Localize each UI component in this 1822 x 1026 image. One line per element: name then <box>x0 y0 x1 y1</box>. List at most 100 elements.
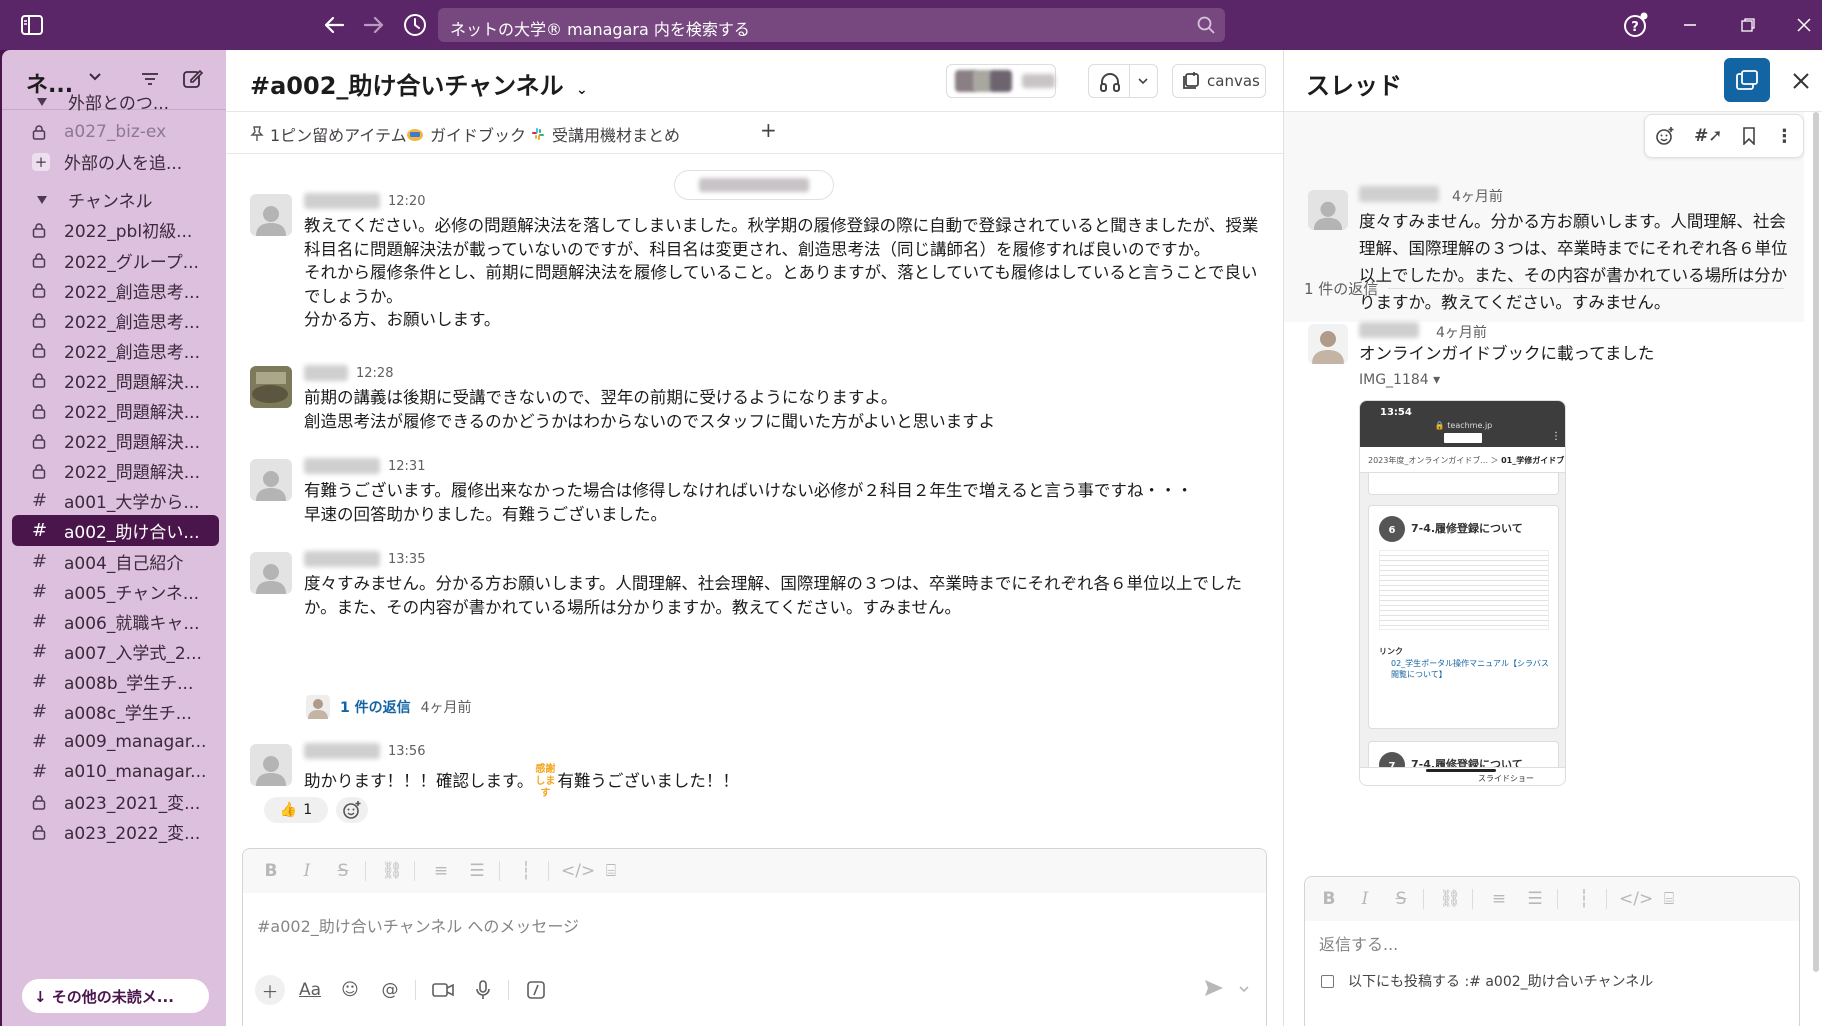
sidebar-item[interactable]: # a010_managar... <box>12 756 219 787</box>
attached-image[interactable]: 13:54 🔒 teachme.jp ⋮ 2023年度_オンラインガイドブ...… <box>1359 400 1566 786</box>
history-clock-icon[interactable] <box>401 11 429 39</box>
sidebar-item[interactable]: # a005_チャンネ... <box>12 576 219 607</box>
bulleted-list-icon[interactable]: ☰ <box>1521 889 1549 909</box>
user-avatar[interactable] <box>250 194 292 236</box>
microphone-icon[interactable] <box>468 975 498 1005</box>
code-icon[interactable]: </> <box>1619 889 1653 909</box>
user-avatar[interactable] <box>1308 190 1348 230</box>
forward-arrow-icon[interactable] <box>360 11 388 39</box>
sidebar-item[interactable]: 2022_pbl初級... <box>12 214 219 245</box>
user-avatar[interactable] <box>250 459 292 501</box>
sidebar-item[interactable]: # a001_大学から... <box>12 485 219 516</box>
video-icon[interactable] <box>428 975 458 1005</box>
blockquote-icon[interactable]: ┆ <box>512 861 540 881</box>
tab-equipment[interactable]: 受講用機材まとめ <box>530 122 680 146</box>
sidebar-toggle-icon[interactable] <box>18 11 46 39</box>
minimize-icon[interactable] <box>1676 11 1704 39</box>
thread-replies-link[interactable]: 1 件の返信 4ヶ月前 <box>306 695 472 719</box>
add-reaction-icon[interactable] <box>1655 126 1675 146</box>
image-filename-toggle[interactable]: IMG_1184 ▾ <box>1359 372 1440 388</box>
canvas-button[interactable]: canvas <box>1172 64 1266 98</box>
sidebar-item[interactable]: a027_biz-ex <box>12 116 219 147</box>
sidebar-section-header[interactable]: チャンネル <box>12 184 219 215</box>
popout-button[interactable] <box>1724 58 1770 102</box>
code-block-icon[interactable]: ⌸ <box>597 861 625 881</box>
also-post-checkbox[interactable] <box>1321 974 1334 988</box>
message-time[interactable]: 13:35 <box>388 552 425 567</box>
reply-input[interactable]: 返信する... <box>1319 931 1398 955</box>
tab-pinned[interactable]: 1ピン留めアイテム <box>250 122 407 146</box>
code-icon[interactable]: </> <box>561 861 595 881</box>
user-name[interactable] <box>1359 322 1419 338</box>
sidebar-item[interactable]: a023_2021_変... <box>12 786 219 817</box>
chevron-down-icon[interactable] <box>1238 985 1250 993</box>
sidebar-item[interactable]: # a009_managar... <box>12 726 219 757</box>
strikethrough-icon[interactable]: S <box>1387 889 1415 909</box>
sidebar-item[interactable]: 2022_グループ... <box>12 245 219 276</box>
more-actions-icon[interactable]: ⋮ <box>1775 126 1793 147</box>
huddle-button[interactable] <box>1088 64 1158 98</box>
mention-icon[interactable]: @ <box>375 975 405 1005</box>
sidebar-item[interactable]: 2022_創造思考... <box>12 275 219 306</box>
sidebar-item[interactable]: 2022_問題解決... <box>12 395 219 426</box>
sidebar-item[interactable]: # a008c_学生チ... <box>12 696 219 727</box>
sidebar-item[interactable]: 2022_問題解決... <box>12 455 219 486</box>
code-block-icon[interactable]: ⌸ <box>1655 889 1683 909</box>
search-input[interactable]: ネットの大学® managara 内を検索する <box>438 8 1225 42</box>
link-icon[interactable]: ⛓ <box>1436 889 1464 909</box>
thread-scrollbar[interactable] <box>1813 112 1819 972</box>
restore-icon[interactable] <box>1734 11 1762 39</box>
chevron-down-icon[interactable] <box>88 72 102 82</box>
channel-title-button[interactable]: #a002_助け合いチャンネル ⌄ <box>250 66 588 101</box>
user-avatar[interactable] <box>250 552 292 594</box>
send-icon[interactable] <box>1204 979 1224 997</box>
sidebar-item[interactable]: a023_2022_変... <box>12 816 219 847</box>
sidebar-item[interactable]: # a007_入学式_2... <box>12 636 219 667</box>
strikethrough-icon[interactable]: S <box>329 861 357 881</box>
sidebar-item[interactable]: # a008b_学生チ... <box>12 666 219 697</box>
bold-icon[interactable]: B <box>1315 889 1343 909</box>
message-time[interactable]: 12:28 <box>356 366 393 381</box>
user-name[interactable] <box>1359 186 1439 202</box>
text-format-icon[interactable]: Aa <box>295 975 325 1005</box>
close-thread-button[interactable] <box>1784 64 1818 98</box>
also-post-option[interactable]: 以下にも投稿する :# a002_助け合いチャンネル <box>1321 971 1653 991</box>
bold-icon[interactable]: B <box>257 861 285 881</box>
more-unread-button[interactable]: ↓ その他の未読メ... <box>22 979 209 1013</box>
window-close-icon[interactable] <box>1790 11 1818 39</box>
date-divider-button[interactable] <box>674 170 834 200</box>
message-time[interactable]: 13:56 <box>388 744 425 759</box>
sidebar-item[interactable]: 2022_問題解決... <box>12 425 219 456</box>
help-icon[interactable]: ? <box>1622 11 1650 39</box>
back-arrow-icon[interactable] <box>320 11 348 39</box>
sidebar-section-header[interactable]: 外部とのつ... <box>12 86 219 117</box>
user-name[interactable] <box>304 458 380 474</box>
sidebar-item[interactable]: 2022_創造思考... <box>12 335 219 366</box>
sidebar-item[interactable]: # a002_助け合い... <box>12 515 219 547</box>
add-reaction-button[interactable] <box>336 797 368 823</box>
message-time[interactable]: 4ヶ月前 <box>1436 322 1487 342</box>
message-input[interactable]: #a002_助け合いチャンネル へのメッセージ <box>257 913 579 937</box>
blockquote-icon[interactable]: ┆ <box>1570 889 1598 909</box>
user-avatar[interactable] <box>250 744 292 786</box>
ordered-list-icon[interactable]: ≡ <box>1485 889 1513 909</box>
message-time[interactable]: 4ヶ月前 <box>1452 186 1503 206</box>
user-name[interactable] <box>304 743 380 759</box>
sidebar-item[interactable]: 2022_問題解決... <box>12 365 219 396</box>
members-button[interactable] <box>946 64 1056 98</box>
forward-to-channel-icon[interactable]: #➚ <box>1694 126 1723 146</box>
sidebar-item[interactable]: # a006_就職キャ... <box>12 606 219 637</box>
bookmark-icon[interactable] <box>1742 127 1756 145</box>
sidebar-item[interactable]: # a004_自己紹介 <box>12 546 219 577</box>
italic-icon[interactable]: I <box>1351 889 1379 909</box>
user-avatar[interactable] <box>250 366 292 408</box>
emoji-icon[interactable]: ☺ <box>335 975 365 1005</box>
ordered-list-icon[interactable]: ≡ <box>427 861 455 881</box>
sidebar-item[interactable]: 2022_創造思考... <box>12 305 219 336</box>
sidebar-item[interactable]: + 外部の人を追... <box>12 146 219 177</box>
plus-icon[interactable]: ＋ <box>255 975 285 1005</box>
tab-guidebook[interactable]: ガイドブック <box>406 122 526 146</box>
user-name[interactable] <box>304 365 348 381</box>
reply-count-label[interactable]: 1 件の返信 <box>340 697 411 717</box>
bulleted-list-icon[interactable]: ☰ <box>463 861 491 881</box>
